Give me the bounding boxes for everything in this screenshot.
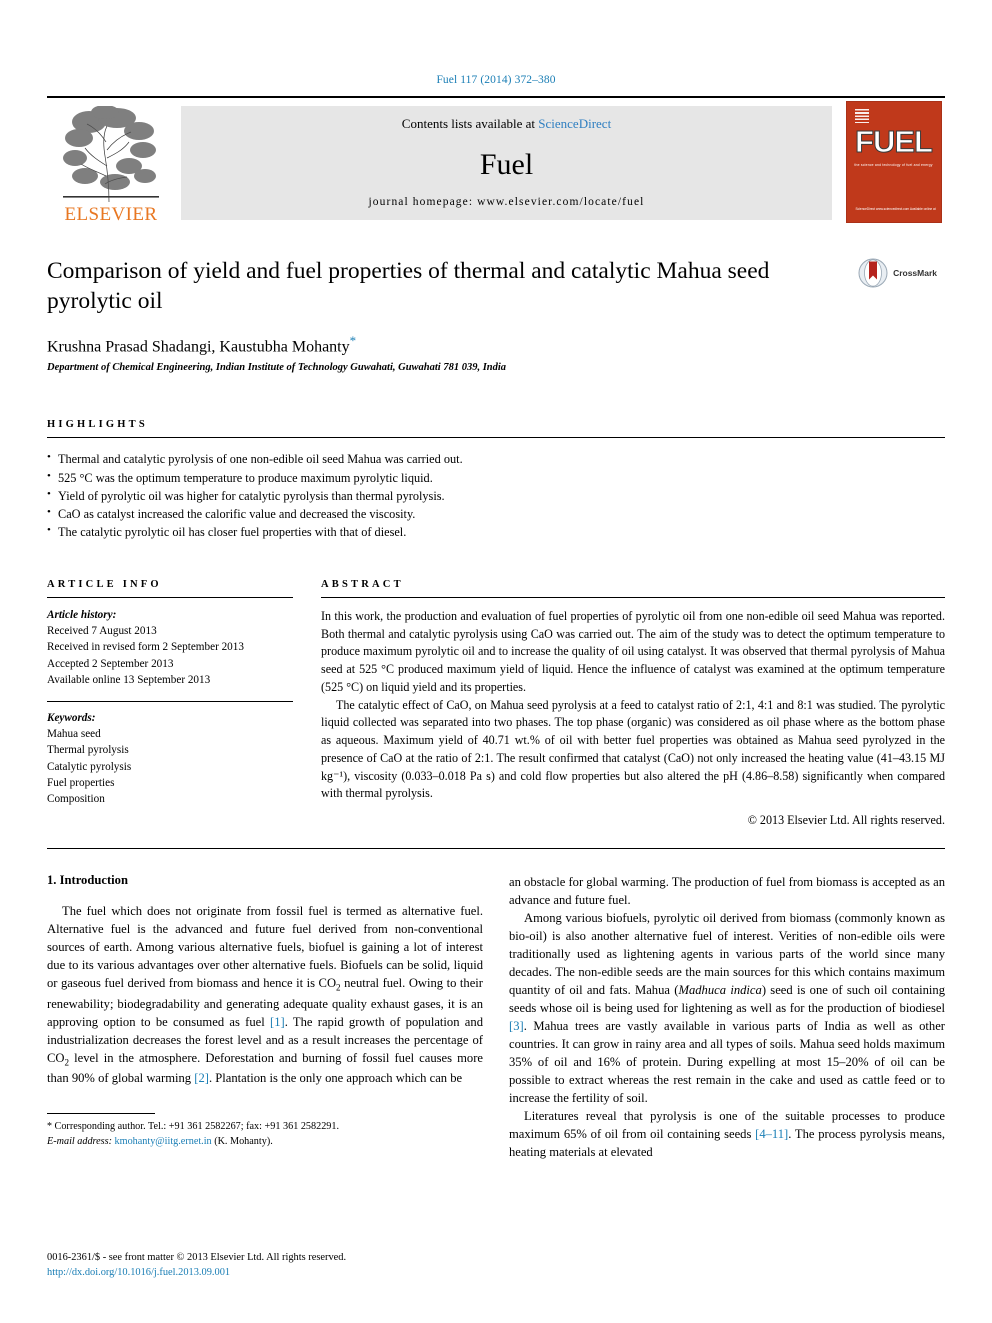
corresponding-author-note: * Corresponding author. Tel.: +91 361 25…	[47, 1119, 483, 1134]
citation-ref-3[interactable]: [3]	[509, 1019, 524, 1033]
sciencedirect-link[interactable]: ScienceDirect	[538, 116, 611, 131]
keywords-divider	[47, 700, 293, 702]
article-history-block: Article history: Received 7 August 2013 …	[47, 607, 293, 688]
intro-paragraph-right-3: Literatures reveal that pyrolysis is one…	[509, 1107, 945, 1161]
keywords-label: Keywords:	[47, 711, 96, 724]
abstract-divider	[321, 596, 945, 598]
email-note: E-mail address: kmohanty@iitg.ernet.in (…	[47, 1134, 483, 1149]
page-footer: 0016-2361/$ - see front matter © 2013 El…	[47, 1250, 346, 1281]
citation-ref-4-11[interactable]: [4–11]	[755, 1127, 788, 1141]
body-top-divider	[47, 848, 945, 850]
section-heading-introduction: 1. Introduction	[47, 873, 128, 888]
keyword-item: Mahua seed	[47, 728, 101, 741]
email-suffix: (K. Mohanty).	[211, 1136, 273, 1148]
intro-paragraph-right-1: an obstacle for global warming. The prod…	[509, 875, 945, 908]
article-page: Fuel 117 (2014) 372–380 ELSEVIER Content…	[0, 0, 992, 1323]
highlights-heading: HIGHLIGHTS	[47, 419, 148, 431]
crossmark-label: CrossMark	[893, 268, 937, 278]
footnote-block: * Corresponding author. Tel.: +91 361 25…	[47, 1119, 483, 1150]
history-item: Received in revised form 2 September 201…	[47, 641, 244, 654]
crossmark-badge[interactable]: CrossMark	[858, 258, 937, 288]
history-item: Available online 13 September 2013	[47, 673, 211, 686]
elsevier-logo: ELSEVIER	[47, 98, 175, 226]
journal-homepage-link[interactable]: journal homepage: www.elsevier.com/locat…	[369, 196, 645, 208]
title-block: Comparison of yield and fuel properties …	[47, 256, 945, 373]
running-head: Fuel 117 (2014) 372–380	[436, 74, 556, 86]
highlights-list: Thermal and catalytic pyrolysis of one n…	[47, 449, 945, 541]
contents-available-line: Contents lists available at ScienceDirec…	[402, 116, 611, 132]
footnote-contact: Corresponding author. Tel.: +91 361 2582…	[52, 1121, 340, 1133]
affiliation: Department of Chemical Engineering, Indi…	[47, 362, 507, 374]
keyword-item: Thermal pyrolysis	[47, 744, 129, 757]
article-body: 1. Introduction The fuel which does not …	[47, 873, 945, 1161]
article-info-column: ARTICLE INFO Article history: Received 7…	[47, 579, 309, 828]
email-link[interactable]: kmohanty@iitg.ernet.in	[115, 1136, 212, 1147]
history-item: Received 7 August 2013	[47, 625, 157, 638]
journal-cover-thumbnail: FUEL the science and technology of fuel …	[842, 98, 945, 226]
abstract-body: In this work, the production and evaluat…	[321, 608, 945, 803]
intro-text-e: . Plantation is the only one approach wh…	[208, 1071, 463, 1086]
list-item: 525 °C was the optimum temperature to pr…	[47, 468, 945, 487]
intro-right-text-c: . Mahua trees are vastly available in va…	[509, 1019, 945, 1106]
species-name: Madhuca indica	[678, 983, 762, 998]
list-item: CaO as catalyst increased the calorific …	[47, 504, 945, 523]
abstract-paragraph: The catalytic effect of CaO, on Mahua se…	[321, 697, 945, 801]
page-title: Comparison of yield and fuel properties …	[47, 258, 770, 315]
citation-ref-1[interactable]: [1]	[270, 1015, 285, 1029]
highlights-divider	[47, 437, 945, 439]
crossmark-icon	[858, 258, 888, 288]
highlights-section: HIGHLIGHTS Thermal and catalytic pyrolys…	[47, 419, 945, 540]
cover-subtitle: the science and technology of fuel and e…	[854, 163, 933, 167]
abstract-heading: ABSTRACT	[321, 578, 404, 590]
intro-paragraph-right-2: Among various biofuels, pyrolytic oil de…	[509, 909, 945, 1107]
abstract-copyright: © 2013 Elsevier Ltd. All rights reserved…	[747, 813, 945, 828]
list-item: Yield of pyrolytic oil was higher for ca…	[47, 486, 945, 505]
masthead-center-panel: Contents lists available at ScienceDirec…	[181, 106, 832, 220]
list-item: The catalytic pyrolytic oil has closer f…	[47, 522, 945, 541]
body-column-right: an obstacle for global warming. The prod…	[509, 873, 945, 1161]
intro-paragraph-left: The fuel which does not originate from f…	[47, 902, 483, 1087]
article-history-label: Article history:	[47, 608, 117, 621]
info-abstract-section: ARTICLE INFO Article history: Received 7…	[47, 579, 945, 828]
issn-copyright-line: 0016-2361/$ - see front matter © 2013 El…	[47, 1251, 347, 1263]
abstract-column: ABSTRACT In this work, the production an…	[309, 579, 945, 828]
history-item: Accepted 2 September 2013	[47, 657, 174, 670]
journal-title: Fuel	[479, 148, 534, 181]
list-item: Thermal and catalytic pyrolysis of one n…	[47, 449, 945, 468]
abstract-paragraph: In this work, the production and evaluat…	[321, 608, 945, 694]
doi-link[interactable]: http://dx.doi.org/10.1016/j.fuel.2013.09…	[47, 1265, 346, 1281]
elsevier-wordmark: ELSEVIER	[64, 204, 158, 225]
keywords-block: Keywords: Mahua seed Thermal pyrolysis C…	[47, 710, 293, 807]
cover-image: FUEL the science and technology of fuel …	[845, 101, 942, 223]
article-info-divider	[47, 596, 293, 598]
cover-fuel-wordmark: FUEL	[855, 124, 934, 159]
body-column-left: 1. Introduction The fuel which does not …	[47, 873, 483, 1161]
cover-footer-text: ScienceDirect www.sciencedirect.com Avai…	[855, 206, 936, 211]
cover-elsevier-mini-icon	[854, 109, 869, 123]
journal-masthead: ELSEVIER Contents lists available at Sci…	[47, 96, 945, 226]
keyword-item: Fuel properties	[47, 776, 115, 789]
citation-ref-2[interactable]: [2]	[194, 1071, 209, 1085]
corresponding-author-marker: *	[349, 333, 357, 349]
author-names: Krushna Prasad Shadangi, Kaustubha Mohan…	[47, 338, 350, 356]
contents-prefix: Contents lists available at	[401, 116, 539, 131]
footnote-divider	[47, 1113, 155, 1115]
article-info-heading: ARTICLE INFO	[47, 578, 162, 590]
email-label: E-mail address:	[47, 1136, 112, 1148]
elsevier-tree-icon	[63, 106, 159, 203]
author-list: Krushna Prasad Shadangi, Kaustubha Mohan…	[47, 333, 945, 356]
keyword-item: Composition	[47, 793, 105, 806]
keyword-item: Catalytic pyrolysis	[47, 760, 132, 773]
